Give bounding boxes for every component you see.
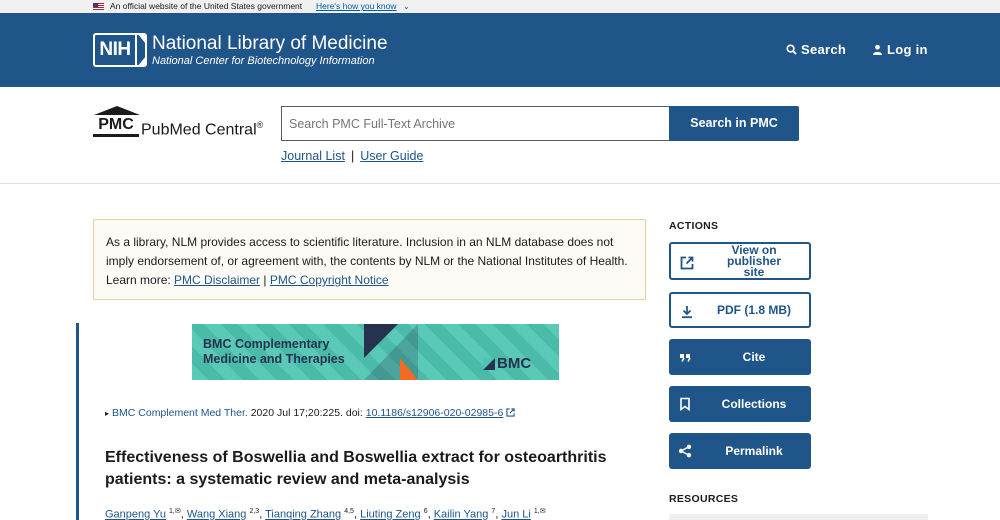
author-link[interactable]: Liuting Zeng [360, 509, 421, 520]
header-login-label: Log in [887, 42, 928, 57]
citation-line: ▸ BMC Complement Med Ther. 2020 Jul 17;20… [105, 406, 515, 421]
article-title: Effectiveness of Boswellia and Boswellia… [105, 449, 607, 488]
author-link[interactable]: Kailin Yang [434, 509, 489, 520]
author-affiliation[interactable]: 4,5 [344, 508, 354, 515]
citation-details: 2020 Jul 17;20:225. doi: [247, 407, 366, 419]
caret-right-icon[interactable]: ▸ [105, 409, 109, 418]
notice-separator: | [260, 273, 270, 287]
pmc-logo[interactable]: PMC [93, 106, 141, 141]
author-affiliation[interactable]: 2,3 [249, 508, 259, 515]
view-publisher-label: View on publisher site [726, 242, 781, 279]
header-login-button[interactable]: Log in [872, 42, 928, 58]
header-divider [0, 183, 1000, 184]
pmc-name-text: PubMed Central [141, 121, 257, 139]
author-affiliation[interactable]: 1,✉ [169, 508, 181, 515]
cite-button[interactable]: Cite [669, 339, 811, 375]
registered-mark: ® [256, 120, 264, 130]
permalink-button[interactable]: Permalink [669, 433, 811, 469]
author-affiliation[interactable]: 6 [424, 508, 428, 515]
pmc-copyright-link[interactable]: PMC Copyright Notice [270, 273, 389, 287]
user-icon [872, 44, 883, 55]
pmc-logo-text: PMC [93, 116, 139, 137]
pmc-roof-icon [94, 106, 140, 115]
us-flag-icon [93, 3, 104, 10]
pdf-download-button[interactable]: PDF (1.8 MB) [669, 292, 811, 328]
quote-icon [680, 354, 691, 362]
pmc-name[interactable]: PubMed Central® [141, 120, 263, 139]
gov-banner: An official website of the United States… [0, 0, 1000, 13]
permalink-label: Permalink [725, 443, 783, 458]
cite-label: Cite [742, 349, 766, 364]
collections-button[interactable]: Collections [669, 386, 811, 422]
resources-accordion[interactable] [669, 514, 928, 520]
author-list: Ganpeng Yu 1,✉, Wang Xiang 2,3, Tianqing… [105, 508, 546, 520]
collections-label: Collections [721, 396, 787, 411]
header-search-label: Search [801, 42, 847, 57]
journal-list-link[interactable]: Journal List [281, 149, 345, 163]
user-guide-link[interactable]: User Guide [360, 149, 423, 163]
journal-banner-title: BMC Complementary Medicine and Therapies [203, 337, 345, 367]
author-link[interactable]: Jun Li [501, 509, 530, 520]
bookmark-icon [680, 397, 690, 411]
link-separator: | [350, 149, 355, 163]
search-icon [786, 44, 797, 55]
nlm-subtitle: National Center for Biotechnology Inform… [152, 55, 375, 67]
external-link-icon [680, 256, 694, 270]
bmc-brand: BMC [497, 355, 532, 372]
resources-heading: RESOURCES [669, 493, 739, 505]
chevron-down-icon[interactable]: ⌄ [403, 0, 410, 13]
share-icon [678, 444, 692, 458]
journal-banner[interactable]: BMC Complementary Medicine and Therapies… [192, 324, 559, 380]
pmc-links: Journal List | User Guide [281, 149, 423, 163]
header-search-button[interactable]: Search [786, 42, 846, 58]
journal-banner-line1: BMC Complementary [203, 337, 330, 351]
external-link-icon [506, 408, 515, 417]
article-side-rule [76, 323, 79, 520]
site-header: NIH National Library of Medicine Nationa… [0, 13, 1000, 87]
author-link[interactable]: Wang Xiang [187, 509, 247, 520]
journal-banner-line2: Medicine and Therapies [203, 352, 345, 366]
pmc-disclaimer-link[interactable]: PMC Disclaimer [174, 273, 260, 287]
view-publisher-button[interactable]: View on publisher site [669, 242, 811, 280]
author-link[interactable]: Tianqing Zhang [265, 509, 341, 520]
nlm-title[interactable]: National Library of Medicine [152, 33, 388, 55]
bmc-logo-icon [483, 358, 495, 370]
heres-how-you-know-link[interactable]: Here's how you know [316, 0, 397, 13]
library-notice: As a library, NLM provides access to sci… [93, 219, 646, 300]
nih-logo-text: NIH [95, 35, 135, 65]
pmc-search-input[interactable] [281, 106, 670, 141]
search-in-pmc-button[interactable]: Search in PMC [669, 106, 799, 141]
actions-heading: ACTIONS [669, 220, 719, 232]
author-link[interactable]: Ganpeng Yu [105, 509, 166, 520]
nih-logo[interactable]: NIH [93, 33, 147, 67]
pdf-label: PDF (1.8 MB) [716, 302, 791, 317]
author-affiliation[interactable]: 7 [491, 508, 495, 515]
author-affiliation[interactable]: 1,✉ [534, 508, 546, 515]
gov-banner-text: An official website of the United States… [110, 1, 303, 11]
doi-link[interactable]: 10.1186/s12906-020-02985-6 [366, 407, 504, 419]
journal-name-button[interactable]: BMC Complement Med Ther. [112, 407, 248, 419]
download-icon [682, 306, 692, 319]
